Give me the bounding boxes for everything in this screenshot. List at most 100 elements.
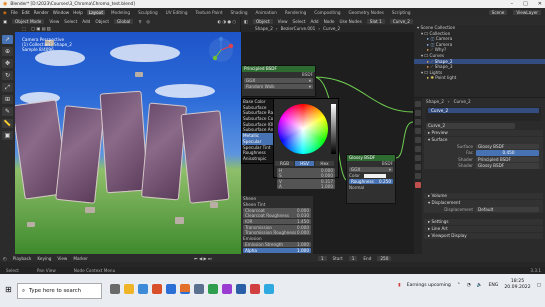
preview-panel[interactable]: ▸ Preview bbox=[424, 130, 543, 136]
clearcoat-slider[interactable]: Clearcoat 0.000 bbox=[243, 207, 311, 213]
object-tab-icon[interactable] bbox=[415, 155, 421, 161]
node-editor-type-icon[interactable]: ◧ bbox=[244, 19, 248, 24]
windows-start-icon[interactable]: ⊞ bbox=[5, 285, 12, 294]
edge-icon[interactable] bbox=[138, 284, 148, 294]
surface-panel[interactable]: ▾ Surface Surface Glossy BSDF Fac 0.450 Sh… bbox=[424, 137, 543, 169]
world-tab-icon[interactable] bbox=[415, 146, 421, 152]
material-datablock[interactable]: Curve_2 bbox=[422, 123, 545, 130]
glossy-roughness-slider[interactable]: Roughness 0.250 bbox=[349, 178, 393, 184]
tab-hsv[interactable]: HSV bbox=[295, 161, 314, 166]
transform-orientation[interactable]: Global bbox=[113, 18, 134, 24]
shader2-row[interactable]: Shader Glossy BSDF bbox=[424, 163, 543, 170]
proportional-edit-icon[interactable]: ◎ bbox=[146, 19, 150, 24]
render-tab-icon[interactable] bbox=[415, 110, 421, 116]
rotate-tool-icon[interactable]: ↻ bbox=[2, 71, 13, 80]
ior-slider[interactable]: IOR 1.450 bbox=[243, 218, 311, 224]
tab-geometry-nodes[interactable]: Geometry Nodes bbox=[347, 10, 386, 15]
viewport-menu-add[interactable]: Add bbox=[82, 19, 90, 24]
app-taskbar-icon[interactable] bbox=[264, 284, 274, 294]
measure-tool-icon[interactable]: 📏 bbox=[2, 119, 13, 128]
alpha-field[interactable]: A 1.000 bbox=[277, 184, 335, 190]
notifications-icon[interactable]: ▢ bbox=[537, 283, 541, 288]
saturation-field[interactable]: S 0.000 bbox=[277, 173, 335, 179]
tab-animation[interactable]: Animation bbox=[254, 10, 279, 15]
add-cube-tool-icon[interactable]: ▣ bbox=[2, 131, 13, 140]
tab-modeling[interactable]: Modeling bbox=[109, 10, 132, 15]
timeline-menu-view[interactable]: View bbox=[57, 256, 67, 261]
viewport-menu-select[interactable]: Select bbox=[64, 19, 77, 24]
menu-render[interactable]: Render bbox=[34, 10, 49, 15]
displacement-panel[interactable]: ▾ Displacement Displacement Default bbox=[424, 200, 543, 213]
playback-controls[interactable]: ⏮ ◀ ▶ ⏭ bbox=[194, 256, 212, 261]
maximize-button[interactable]: □ bbox=[523, 1, 528, 7]
snap-icon[interactable]: ⚲ bbox=[138, 19, 141, 24]
timeline-editor-icon[interactable]: ◴ bbox=[3, 256, 7, 261]
file-explorer-icon[interactable] bbox=[124, 284, 134, 294]
modifier-tab-icon[interactable] bbox=[415, 164, 421, 170]
network-icon[interactable]: ◔ bbox=[467, 283, 471, 288]
app-taskbar-icon[interactable] bbox=[222, 284, 232, 294]
data-tab-icon[interactable] bbox=[415, 173, 421, 179]
node-menu-select[interactable]: Select bbox=[293, 19, 306, 24]
select-tool-icon[interactable]: ➚ bbox=[2, 35, 13, 44]
output-tab-icon[interactable] bbox=[415, 119, 421, 125]
viewport-render[interactable] bbox=[15, 32, 241, 254]
end-frame-field[interactable]: 250 bbox=[377, 255, 392, 261]
cursor-tool-icon[interactable]: ⊕ bbox=[2, 47, 13, 56]
settings-panel[interactable]: ▸ Settings bbox=[424, 218, 543, 225]
tab-shading[interactable]: Shading bbox=[229, 10, 250, 15]
select-box-icon[interactable]: ⬚ bbox=[22, 26, 26, 31]
editor-type-icon[interactable]: ▣ bbox=[3, 19, 7, 24]
distribution-dropdown[interactable]: GGX ▾ bbox=[244, 78, 313, 84]
select-mode-icon[interactable]: ▢ ▣ ▤ ▥ bbox=[31, 26, 51, 31]
hue-field[interactable]: H 0.000 bbox=[277, 167, 335, 173]
node-menu-node[interactable]: Node bbox=[324, 19, 335, 24]
annotate-tool-icon[interactable]: ✎ bbox=[2, 107, 13, 116]
menu-edit[interactable]: Edit bbox=[22, 10, 30, 15]
earnings-icon[interactable]: ▮ bbox=[398, 283, 401, 288]
app-taskbar-icon[interactable] bbox=[194, 284, 204, 294]
clearcoat-roughness-slider[interactable]: Clearcoat Roughness 0.030 bbox=[243, 213, 311, 219]
node-menu-view[interactable]: View bbox=[278, 19, 288, 24]
transform-tool-icon[interactable]: ⊞ bbox=[2, 95, 13, 104]
move-tool-icon[interactable]: ✥ bbox=[2, 59, 13, 68]
subsurface-method-dropdown[interactable]: Random Walk ▾ bbox=[244, 83, 313, 89]
language-label[interactable]: ENG bbox=[488, 283, 498, 288]
tray-chevron-icon[interactable]: ⌃ bbox=[457, 283, 461, 288]
shader-type-selector[interactable]: Object bbox=[252, 18, 273, 24]
glossy-bsdf-node[interactable]: Glossy BSDF BSDF GGX ▾ Color Roughness 0.2… bbox=[346, 154, 396, 204]
volume-icon[interactable]: 🔈 bbox=[477, 283, 483, 288]
taskbar-search[interactable]: ⌕ Type here to search bbox=[17, 283, 102, 299]
blender-menu-icon[interactable]: ◉ bbox=[3, 10, 7, 15]
fac-row[interactable]: Fac 0.450 bbox=[424, 150, 543, 157]
minimize-button[interactable]: – bbox=[511, 1, 514, 7]
start-frame-field[interactable]: 1 bbox=[348, 255, 358, 261]
tool-tab-icon[interactable] bbox=[415, 101, 421, 107]
material-tab-icon[interactable] bbox=[415, 182, 421, 188]
scene-tab-icon[interactable] bbox=[415, 137, 421, 143]
color-wheel[interactable] bbox=[278, 104, 328, 154]
tab-rgb[interactable]: RGB bbox=[275, 161, 294, 166]
transmission-roughness-slider[interactable]: Transmission Roughness 0.000 bbox=[243, 230, 311, 236]
emission-strength-slider[interactable]: Emission Strength 1.000 bbox=[243, 241, 311, 247]
tab-texture-paint[interactable]: Texture Paint bbox=[194, 10, 225, 15]
app-taskbar-icon[interactable] bbox=[236, 284, 246, 294]
glossy-distribution-dropdown[interactable]: GGX ▾ bbox=[349, 167, 393, 173]
tab-sculpting[interactable]: Sculpting bbox=[136, 10, 160, 15]
glossy-color-row[interactable]: Color bbox=[347, 173, 395, 179]
alpha-slider[interactable]: Alpha 1.000 bbox=[243, 247, 311, 253]
scene-selector[interactable]: Scene bbox=[488, 10, 508, 15]
app-taskbar-icon[interactable] bbox=[250, 284, 260, 294]
value-field[interactable]: V 0.317 bbox=[277, 178, 335, 184]
timeline-menu-keying[interactable]: Keying bbox=[37, 256, 51, 261]
viewport-display-panel[interactable]: ▸ Viewport Display bbox=[424, 232, 543, 239]
slot-selector[interactable]: Slot 1 bbox=[366, 18, 385, 24]
outlook-icon[interactable] bbox=[166, 284, 176, 294]
view-layer-selector[interactable]: ViewLayer bbox=[513, 10, 541, 15]
navigation-gizmo[interactable] bbox=[207, 36, 235, 64]
viewport-menu-view[interactable]: View bbox=[49, 19, 59, 24]
close-button[interactable]: ✕ bbox=[538, 1, 542, 7]
tab-uv-editing[interactable]: UV Editing bbox=[164, 10, 190, 15]
displacement-row[interactable]: Displacement Default bbox=[424, 206, 543, 213]
tab-compositing[interactable]: Compositing bbox=[312, 10, 342, 15]
